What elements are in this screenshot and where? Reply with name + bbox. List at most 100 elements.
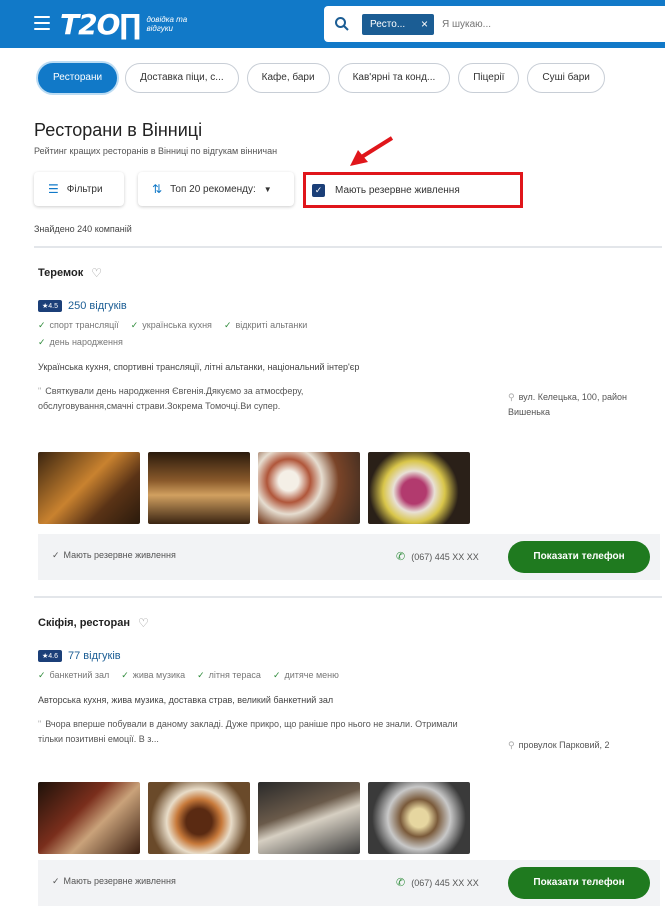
filters-button[interactable]: ☰ Фільтри bbox=[34, 172, 124, 206]
tag-label: відкриті альтанки bbox=[235, 320, 308, 330]
show-phone-button[interactable]: Показати телефон bbox=[508, 541, 650, 573]
review-snippet[interactable]: " Вчора вперше побували в даному закладі.… bbox=[38, 717, 468, 747]
listing-photo[interactable] bbox=[38, 452, 140, 524]
review-snippet[interactable]: " Святкували день народження Євгенія.Дяку… bbox=[38, 384, 378, 414]
listing-name[interactable]: Скіфія, ресторан bbox=[38, 617, 130, 629]
reviews-link[interactable]: 250 відгуків bbox=[68, 300, 127, 312]
quote-icon: " bbox=[38, 719, 42, 729]
address-text: провулок Парковий, 2 bbox=[518, 740, 610, 750]
category-sushi-bars[interactable]: Суші бари bbox=[527, 63, 605, 93]
listing-description: Авторська кухня, жива музика, доставка с… bbox=[38, 695, 334, 705]
feature-label: Мають резервне живлення bbox=[63, 876, 176, 886]
listing-address[interactable]: ⚲ вул. Келецька, 100, район Вишенька bbox=[508, 390, 658, 420]
category-pizzerias[interactable]: Піцерії bbox=[458, 63, 520, 93]
phone-text: (067) 445 XX XX bbox=[411, 552, 479, 562]
show-phone-button[interactable]: Показати телефон bbox=[508, 867, 650, 899]
photo-strip bbox=[38, 782, 470, 854]
close-icon[interactable]: × bbox=[421, 14, 428, 35]
tag-item: ✓ українська кухня bbox=[131, 320, 212, 331]
listing-title-row: Скіфія, ресторан ♡ bbox=[38, 616, 663, 630]
quote-icon: " bbox=[38, 386, 42, 396]
tag-label: жива музика bbox=[132, 670, 186, 680]
phone-number[interactable]: ✆ (067) 445 XX XX bbox=[396, 876, 479, 889]
tag-label: день народження bbox=[49, 337, 123, 347]
tag-label: літня тераса bbox=[208, 670, 261, 680]
filter-icon: ☰ bbox=[48, 182, 59, 196]
category-pizza-delivery[interactable]: Доставка піци, с... bbox=[125, 63, 239, 93]
listing-address[interactable]: ⚲ провулок Парковий, 2 bbox=[508, 738, 658, 753]
category-coffee-shops[interactable]: Кав'ярні та конд... bbox=[337, 63, 451, 93]
site-logo[interactable]: T2O∏ довідка та відгуки bbox=[60, 7, 206, 41]
heart-icon[interactable]: ♡ bbox=[91, 266, 102, 280]
backup-power-feature: ✓ Мають резервне живлення bbox=[52, 876, 176, 887]
search-chip-label: Ресто... bbox=[370, 19, 406, 30]
rating-value: 4.5 bbox=[48, 303, 59, 310]
reviews-link[interactable]: 77 відгуків bbox=[68, 650, 121, 662]
menu-icon[interactable] bbox=[34, 16, 50, 30]
heart-icon[interactable]: ♡ bbox=[138, 616, 149, 630]
page-title: Ресторани в Вінниці bbox=[34, 120, 203, 140]
check-icon: ✓ bbox=[272, 670, 281, 680]
top-header: T2O∏ довідка та відгуки Ресто... × bbox=[0, 0, 665, 48]
phone-icon: ✆ bbox=[396, 877, 406, 889]
phone-icon: ✆ bbox=[396, 551, 406, 563]
check-icon: ✓ bbox=[52, 550, 60, 560]
tag-label: банкетний зал bbox=[49, 670, 110, 680]
listing-description: Українська кухня, спортивні трансляції, … bbox=[38, 362, 360, 372]
search-input[interactable] bbox=[442, 14, 642, 35]
listing-photo[interactable] bbox=[258, 452, 360, 524]
listing-photo[interactable] bbox=[38, 782, 140, 854]
backup-power-label: Мають резервне живлення bbox=[335, 184, 460, 196]
tag-label: українська кухня bbox=[142, 320, 212, 330]
search-category-chip[interactable]: Ресто... × bbox=[362, 14, 434, 35]
rating-row: ★4.5 250 відгуків bbox=[38, 300, 663, 312]
listing-photo[interactable] bbox=[258, 782, 360, 854]
tag-label: спорт трансляції bbox=[49, 320, 119, 330]
red-arrow-icon bbox=[350, 136, 394, 166]
check-icon: ✓ bbox=[38, 337, 46, 347]
rating-value: 4.6 bbox=[48, 653, 59, 660]
check-icon: ✓ bbox=[130, 320, 139, 330]
listing-photo[interactable] bbox=[368, 452, 470, 524]
rating-row: ★4.6 77 відгуків bbox=[38, 650, 663, 662]
check-icon: ✓ bbox=[121, 670, 129, 680]
checkbox-checked-icon[interactable]: ✓ bbox=[312, 183, 325, 197]
tag-list: ✓ банкетний зал ✓ жива музика ✓ літня терас… bbox=[38, 670, 458, 681]
tag-item: ✓ жива музика bbox=[121, 670, 185, 681]
listing-photo[interactable] bbox=[368, 782, 470, 854]
sort-icon: ⇅ bbox=[152, 182, 163, 196]
category-restaurants[interactable]: Ресторани bbox=[38, 63, 118, 93]
location-pin-icon: ⚲ bbox=[508, 392, 515, 402]
listing-name[interactable]: Теремок bbox=[38, 267, 83, 279]
listing-action-bar: ✓ Мають резервне живлення ✆ (067) 445 XX X… bbox=[38, 860, 660, 906]
search-bar[interactable]: Ресто... × bbox=[324, 6, 665, 42]
divider bbox=[34, 246, 662, 248]
phone-text: (067) 445 XX XX bbox=[411, 878, 479, 888]
filters-label: Фільтри bbox=[66, 183, 103, 195]
location-pin-icon: ⚲ bbox=[508, 740, 515, 750]
listing-photo[interactable] bbox=[148, 452, 250, 524]
tag-item: ✓ день народження bbox=[38, 337, 123, 348]
listing-photo[interactable] bbox=[148, 782, 250, 854]
category-cafes-bars[interactable]: Кафе, бари bbox=[246, 63, 330, 93]
tag-list: ✓ спорт трансляції ✓ українська кухня ✓ від… bbox=[38, 320, 398, 348]
sort-label: Топ 20 рекоменду: bbox=[170, 183, 256, 195]
backup-power-feature: ✓ Мають резервне живлення bbox=[52, 550, 176, 561]
results-count: Знайдено 240 компаній bbox=[34, 224, 132, 234]
category-pills: Ресторани Доставка піци, с... Кафе, бари… bbox=[38, 63, 605, 93]
listing-action-bar: ✓ Мають резервне живлення ✆ (067) 445 XX X… bbox=[38, 534, 660, 580]
tag-item: ✓ спорт трансляції bbox=[38, 320, 119, 331]
check-icon: ✓ bbox=[38, 670, 46, 680]
logo-text: T2O∏ bbox=[60, 7, 141, 41]
chevron-down-icon: ▼ bbox=[263, 184, 272, 194]
rating-badge: ★4.6 bbox=[38, 650, 63, 662]
address-text: вул. Келецька, 100, район Вишенька bbox=[508, 392, 627, 417]
phone-number[interactable]: ✆ (067) 445 XX XX bbox=[396, 550, 479, 563]
check-icon: ✓ bbox=[197, 670, 205, 680]
listing-card: Теремок ♡ ★4.5 250 відгуків ✓ спорт транс… bbox=[38, 266, 663, 584]
backup-power-filter[interactable]: ✓ Мають резервне живлення bbox=[303, 172, 523, 208]
search-icon[interactable] bbox=[334, 16, 350, 32]
listing-title-row: Теремок ♡ bbox=[38, 266, 663, 280]
check-icon: ✓ bbox=[223, 320, 232, 330]
sort-dropdown[interactable]: ⇅ Топ 20 рекоменду: ▼ bbox=[138, 172, 294, 206]
